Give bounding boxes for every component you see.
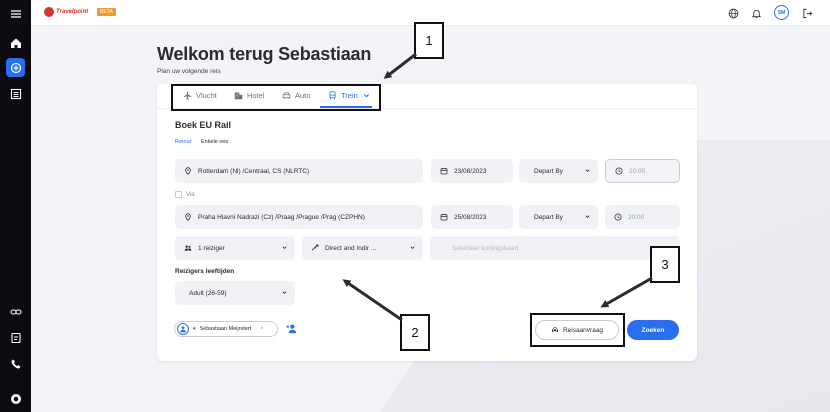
link-icon[interactable] bbox=[6, 302, 25, 321]
clock-icon bbox=[614, 213, 622, 221]
location-pin-icon bbox=[185, 213, 191, 221]
section-title: Boek EU Rail bbox=[175, 120, 232, 130]
star-icon: ★ bbox=[192, 326, 197, 332]
return-time-value: 20:00 bbox=[628, 213, 645, 221]
return-mode-value: Depart By bbox=[534, 213, 563, 221]
route-split-icon bbox=[311, 244, 319, 251]
travellers-select[interactable]: 1 reiziger bbox=[175, 236, 295, 260]
departure-time-field[interactable]: 20:00 bbox=[605, 159, 680, 183]
trip-type-one-way[interactable]: Enkele reis bbox=[201, 139, 228, 145]
new-booking-icon[interactable] bbox=[6, 58, 25, 77]
calendar-icon bbox=[440, 168, 448, 175]
traveller-chip[interactable]: ★ Sebastiaan Meijndert × bbox=[174, 321, 278, 337]
document-icon[interactable] bbox=[6, 328, 25, 347]
departure-station-field[interactable]: Rotterdam (Nl) /Centraal, CS (NLRTC) bbox=[175, 159, 423, 183]
return-time-field[interactable]: 20:00 bbox=[605, 205, 680, 229]
age-group-value: Adult (26-59) bbox=[189, 289, 227, 297]
page-title: Welkom terug Sebastiaan bbox=[157, 44, 372, 64]
home-icon[interactable] bbox=[6, 33, 25, 52]
annotation-box-1 bbox=[171, 84, 381, 111]
menu-icon[interactable] bbox=[6, 4, 25, 23]
search-button[interactable]: Zoeken bbox=[627, 320, 679, 340]
annotation-callout-3: 3 bbox=[650, 246, 680, 283]
traveller-ages-title: Reizigers leeftijden bbox=[175, 268, 235, 275]
remove-traveller-icon[interactable]: × bbox=[260, 326, 264, 332]
sidebar bbox=[0, 0, 31, 412]
travelpoint-logo[interactable]: Travelpoint bbox=[44, 7, 88, 17]
bell-icon[interactable] bbox=[750, 7, 762, 19]
account-icon[interactable] bbox=[6, 389, 25, 408]
discount-card-placeholder: Selecteer kortingskaart bbox=[452, 244, 519, 252]
departure-mode-select[interactable]: Depart By bbox=[519, 159, 598, 183]
travellers-value: 1 reiziger bbox=[198, 244, 225, 252]
location-pin-icon bbox=[185, 167, 191, 175]
page-subtitle: Plan uw volgende reis bbox=[157, 68, 221, 75]
connection-type-value: Direct and Indir ... bbox=[325, 244, 377, 252]
chevron-down-icon bbox=[282, 246, 287, 249]
chevron-down-icon bbox=[585, 169, 590, 172]
arrival-station-field[interactable]: Praha Hlavni Nadrazi (Cz) /Praag /Prague… bbox=[175, 205, 423, 229]
age-group-select[interactable]: Adult (26-59) bbox=[175, 281, 295, 305]
arrival-station-value: Praha Hlavni Nadrazi (Cz) /Praag /Prague… bbox=[198, 213, 365, 221]
add-person-icon[interactable] bbox=[286, 323, 297, 334]
logo-mark-icon bbox=[44, 7, 54, 17]
via-option[interactable]: Via bbox=[175, 191, 195, 198]
return-date-field[interactable]: 25/08/2023 bbox=[431, 205, 513, 229]
logout-icon[interactable] bbox=[801, 7, 813, 19]
annotation-callout-1: 1 bbox=[414, 22, 444, 59]
globe-icon[interactable] bbox=[727, 7, 739, 19]
clock-icon bbox=[615, 167, 623, 175]
trip-type-return[interactable]: Retour bbox=[175, 139, 192, 145]
logo-text: Travelpoint bbox=[56, 9, 89, 15]
departure-mode-value: Depart By bbox=[534, 167, 563, 175]
phone-icon[interactable] bbox=[6, 354, 25, 373]
traveller-chip-label: Sebastiaan Meijndert bbox=[199, 326, 252, 332]
annotation-box-3 bbox=[530, 313, 625, 347]
beta-badge: BETA bbox=[97, 8, 116, 16]
discount-card-select[interactable]: Selecteer kortingskaart bbox=[430, 236, 680, 260]
return-mode-select[interactable]: Depart By bbox=[519, 205, 598, 229]
calendar-icon bbox=[440, 214, 448, 221]
chevron-down-icon bbox=[282, 291, 287, 294]
list-icon[interactable] bbox=[6, 84, 25, 103]
chevron-down-icon bbox=[410, 246, 415, 249]
user-avatar[interactable]: SM bbox=[774, 5, 789, 20]
chevron-down-icon bbox=[585, 215, 590, 218]
connection-type-select[interactable]: Direct and Indir ... bbox=[302, 236, 423, 260]
departure-time-value: 20:00 bbox=[629, 167, 646, 175]
annotation-callout-2: 2 bbox=[400, 314, 430, 351]
departure-date-field[interactable]: 23/08/2023 bbox=[431, 159, 513, 183]
departure-station-value: Rotterdam (Nl) /Centraal, CS (NLRTC) bbox=[198, 167, 310, 175]
return-date-value: 25/08/2023 bbox=[454, 213, 487, 221]
departure-date-value: 23/08/2023 bbox=[454, 167, 487, 175]
annotation-arrow-1 bbox=[383, 52, 417, 79]
via-checkbox[interactable] bbox=[175, 191, 182, 198]
person-icon bbox=[177, 323, 189, 335]
via-label: Via bbox=[186, 191, 195, 198]
group-icon bbox=[184, 245, 192, 251]
